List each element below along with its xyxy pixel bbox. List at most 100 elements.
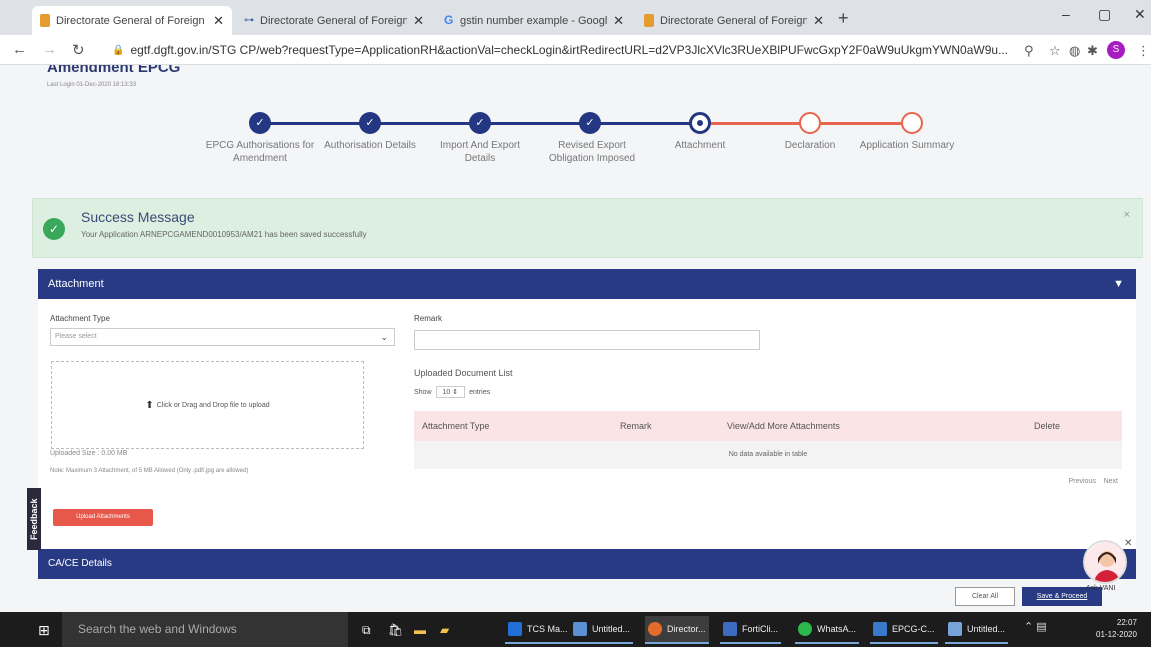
step-node-6[interactable] [799, 112, 821, 134]
table-pagination: Previous Next [1069, 478, 1118, 485]
table-header-row: Attachment Type Remark View/Add More Att… [414, 411, 1122, 441]
taskbar-app-label: FortiCli... [742, 624, 778, 634]
attachment-section-header[interactable]: Attachment ▼ [38, 269, 1136, 299]
taskbar-app[interactable]: Director... [645, 616, 709, 644]
browser-tab-2[interactable]: ⊶ Directorate General of Foreign Tr ✕ [236, 6, 432, 35]
entries-label: entries [469, 388, 491, 396]
task-view-icon[interactable]: ⧉ [362, 623, 371, 638]
store-icon[interactable]: 🛍 [388, 623, 403, 637]
browser-tab-3[interactable]: G gstin number example - Google ✕ [436, 6, 632, 35]
table-empty-row: No data available in table [414, 441, 1122, 469]
taskbar-clock[interactable]: 22:07 01-12-2020 [1096, 617, 1137, 641]
taskbar-app[interactable]: TCS Ma... [505, 616, 571, 644]
close-window-icon[interactable]: ✕ [1134, 6, 1146, 23]
step-label-1: EPCG Authorisations for Amendment [205, 140, 315, 164]
column-header[interactable]: Attachment Type [422, 421, 489, 431]
forward-arrow-icon[interactable]: → [42, 41, 57, 58]
taskbar-app[interactable]: Untitled... [570, 616, 634, 644]
close-tab-icon[interactable]: ✕ [213, 13, 224, 29]
step-label-4: Revised Export Obligation Imposed [548, 140, 636, 164]
attachment-panel: Attachment Type Please select ⌄ Remark ⬆… [38, 299, 1136, 549]
attachment-type-value: Please select [55, 333, 97, 340]
step-node-2[interactable]: ✓ [359, 112, 381, 134]
browser-tab-1[interactable]: Directorate General of Foreign Tr ✕ [32, 6, 232, 35]
upload-note-text: Note: Maximum 3 Attachment, of 5 MB Allo… [50, 468, 249, 474]
new-tab-button[interactable]: + [838, 8, 849, 29]
tab-title: Directorate General of Foreign Tr [660, 14, 808, 27]
file-drop-zone[interactable]: ⬆ Click or Drag and Drop file to upload [51, 361, 364, 449]
page-content: Amendment EPCG Last Login 01-Dec-2020 18… [0, 65, 1151, 612]
address-bar-row: ← → ↻ 🔒 egtf.dgft.gov.in/STG CP/web?requ… [0, 35, 1151, 65]
system-tray-chevron-icon[interactable]: ⌃ ▤ [1024, 620, 1047, 633]
step-node-4[interactable]: ✓ [579, 112, 601, 134]
close-tab-icon[interactable]: ✕ [613, 13, 624, 29]
clear-all-button[interactable]: Clear All [955, 587, 1015, 606]
browser-app-icon [508, 622, 522, 636]
close-tab-icon[interactable]: ✕ [813, 13, 824, 29]
ask-vani-label: Ask VANI [1086, 585, 1116, 592]
taskbar-app[interactable]: EPCG-C... [870, 616, 938, 644]
previous-page-link[interactable]: Previous [1069, 478, 1096, 485]
step-node-7[interactable] [901, 112, 923, 134]
remark-input[interactable] [414, 330, 760, 350]
taskbar-search-box[interactable]: Search the web and Windows [62, 612, 348, 647]
entries-length-control: Show 10 ⇕ entries [414, 386, 490, 398]
step-node-3[interactable]: ✓ [469, 112, 491, 134]
check-circle-icon: ✓ [43, 218, 65, 240]
forticlient-app-icon [723, 622, 737, 636]
paint-app-icon [948, 622, 962, 636]
close-assistant-icon[interactable]: ✕ [1124, 538, 1132, 549]
extension-icon[interactable]: ◍ [1069, 43, 1080, 59]
progress-stepper: ✓ ✓ ✓ ✓ EPCG Authorisations for Amendmen… [0, 103, 1151, 193]
show-label: Show [414, 388, 432, 396]
column-header[interactable]: Delete [1034, 421, 1060, 431]
minimize-icon[interactable]: – [1062, 6, 1070, 22]
next-page-link[interactable]: Next [1104, 478, 1118, 485]
column-header[interactable]: Remark [620, 421, 652, 431]
close-alert-icon[interactable]: × [1124, 209, 1130, 221]
drop-zone-text: Click or Drag and Drop file to upload [156, 401, 270, 409]
ca-ce-details-header[interactable]: CA/CE Details [38, 549, 1136, 579]
browser-tab-strip: Directorate General of Foreign Tr ✕ ⊶ Di… [0, 0, 1151, 35]
star-icon[interactable]: ☆ [1049, 43, 1061, 59]
menu-dots-icon[interactable]: ⋮ [1137, 43, 1150, 59]
puzzle-icon[interactable]: ✱ [1087, 43, 1098, 59]
taskbar-app-label: WhatsA... [817, 624, 857, 634]
taskbar-app-label: Untitled... [967, 624, 1006, 634]
taskbar-app[interactable]: FortiCli... [720, 616, 781, 644]
paint-app-icon [573, 622, 587, 636]
step-node-5[interactable] [689, 112, 711, 134]
taskbar-app-label: Director... [667, 624, 706, 634]
column-header[interactable]: View/Add More Attachments [727, 421, 840, 431]
taskbar-app[interactable]: Untitled... [945, 616, 1009, 644]
browser-tab-4[interactable]: Directorate General of Foreign Tr ✕ [636, 6, 832, 35]
windows-start-icon[interactable]: ⊞ [38, 622, 50, 639]
close-tab-icon[interactable]: ✕ [413, 13, 424, 29]
attachment-type-label: Attachment Type [50, 314, 110, 323]
attachment-type-select[interactable]: Please select ⌄ [50, 328, 395, 346]
folder-icon[interactable]: ▰ [440, 623, 449, 637]
lock-icon: 🔒 [112, 44, 125, 56]
url-text: egtf.dgft.gov.in/STG CP/web?requestType=… [130, 43, 1009, 57]
profile-avatar[interactable]: S [1107, 41, 1125, 59]
document-list-title: Uploaded Document List [414, 368, 513, 378]
reload-icon[interactable]: ↻ [72, 41, 85, 59]
google-favicon-icon: G [444, 13, 454, 27]
upload-attachments-button[interactable]: Upload Attachments [53, 509, 153, 526]
chevron-down-icon[interactable]: ▼ [1113, 269, 1124, 299]
feedback-tab[interactable]: Feedback [27, 488, 41, 550]
url-field[interactable]: 🔒 egtf.dgft.gov.in/STG CP/web?requestTyp… [112, 39, 1018, 61]
windows-taskbar: ⊞ Search the web and Windows ⧉ 🛍 ▬ ▰ TCS… [0, 612, 1151, 647]
success-alert: ✓ Success Message Your Application ARNEP… [32, 198, 1143, 258]
back-arrow-icon[interactable]: ← [12, 41, 27, 58]
chrome-app-icon [648, 622, 662, 636]
search-icon[interactable]: ⚲ [1024, 43, 1034, 59]
entries-select[interactable]: 10 ⇕ [435, 386, 466, 398]
step-node-1[interactable]: ✓ [249, 112, 271, 134]
step-label-7: Application Summary [859, 140, 955, 151]
taskbar-app-label: Untitled... [592, 624, 631, 634]
maximize-icon[interactable]: ▢ [1098, 6, 1111, 23]
file-explorer-icon[interactable]: ▬ [414, 623, 426, 637]
taskbar-app[interactable]: WhatsA... [795, 616, 860, 644]
epcg-app-icon [873, 622, 887, 636]
